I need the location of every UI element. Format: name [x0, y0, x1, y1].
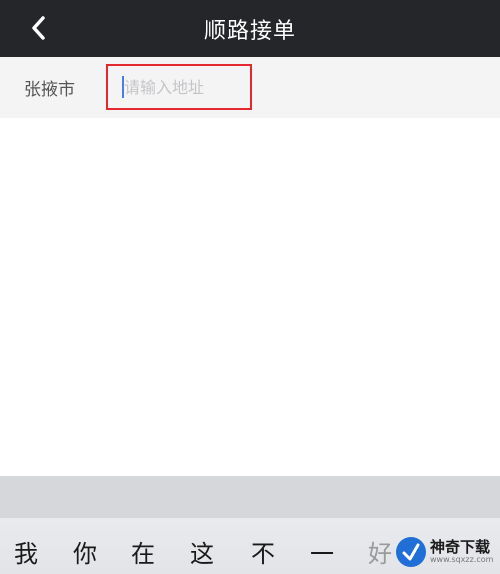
- back-button[interactable]: [18, 8, 58, 48]
- candidate-word[interactable]: 我: [14, 534, 38, 569]
- page-title: 顺路接单: [203, 18, 296, 44]
- watermark: 神奇下载 www.sqxzz.com: [396, 530, 500, 574]
- watermark-url: www.sqxzz.com: [430, 555, 494, 564]
- top-bar: 顺路接单: [0, 0, 500, 57]
- candidate-word[interactable]: 你: [73, 534, 97, 569]
- chevron-left-icon: [32, 16, 45, 40]
- candidate-word[interactable]: 这: [190, 534, 214, 569]
- city-selector[interactable]: 张掖市: [24, 75, 75, 100]
- candidate-word[interactable]: 好: [368, 534, 392, 569]
- results-area: [0, 118, 500, 476]
- address-input[interactable]: [106, 64, 252, 110]
- watermark-logo-icon: [396, 537, 426, 567]
- candidate-word[interactable]: 不: [251, 534, 275, 569]
- keyboard-toolbar: [0, 476, 500, 518]
- candidate-word[interactable]: 一: [310, 534, 334, 569]
- watermark-name: 神奇下载: [430, 538, 491, 556]
- text-cursor: [122, 76, 124, 98]
- candidate-word[interactable]: 在: [131, 534, 155, 569]
